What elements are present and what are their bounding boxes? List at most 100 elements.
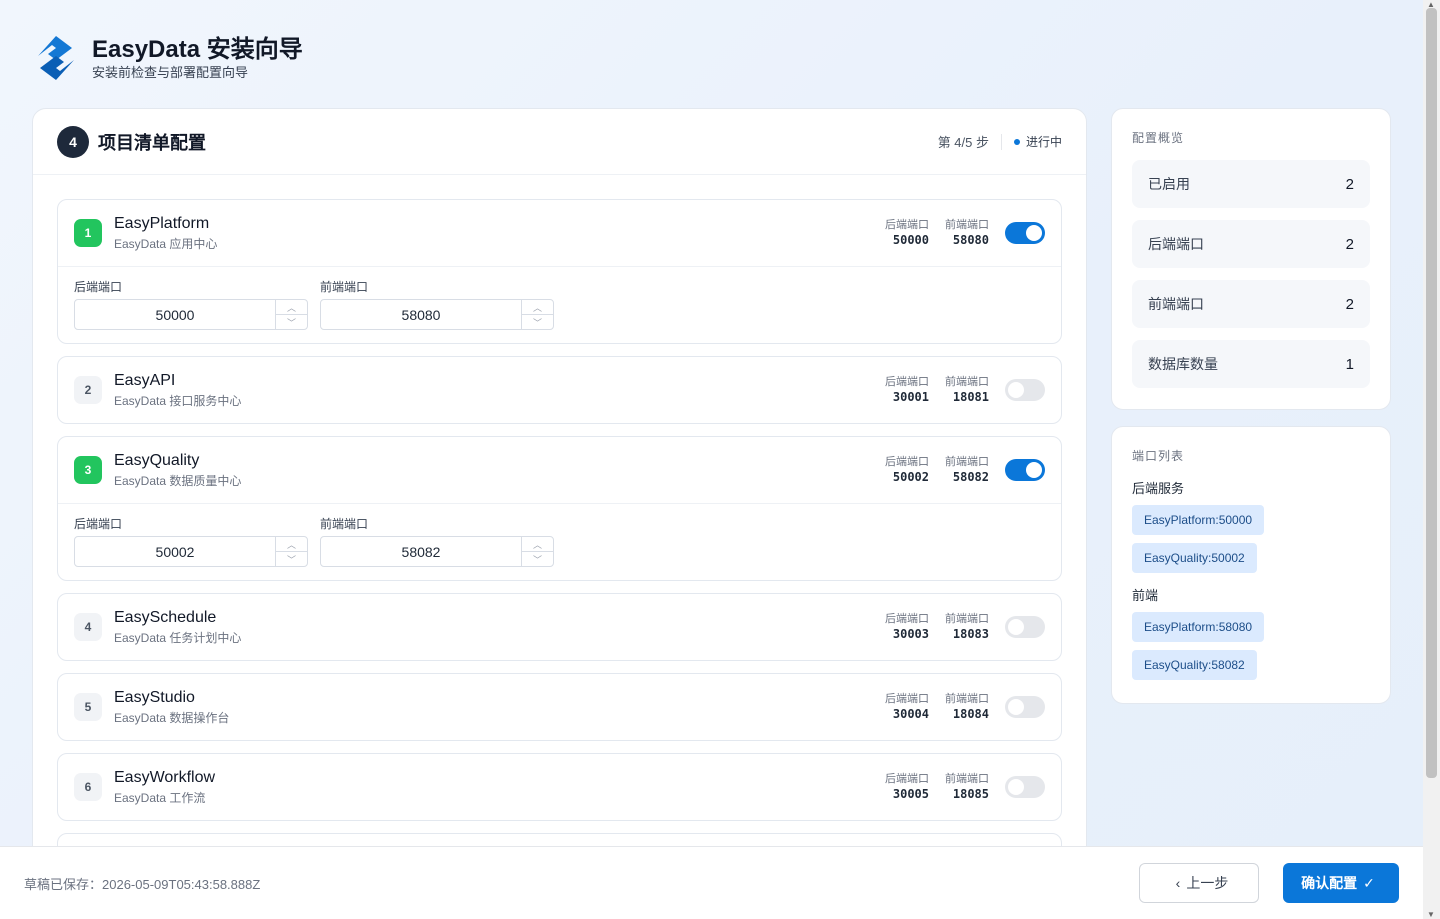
enable-toggle[interactable] bbox=[1005, 776, 1045, 798]
project-config-card: 4 项目清单配置 第 4/5 步 进行中 1 EasyPlatform Easy… bbox=[32, 108, 1087, 868]
chevron-left-icon: ‹ bbox=[1175, 875, 1181, 891]
app-header: EasyData 安装向导 安装前检查与部署配置向导 bbox=[32, 34, 303, 82]
backend-port-stepper[interactable]: 50000 ︿ ﹀ bbox=[74, 299, 308, 330]
project-name: EasySchedule bbox=[114, 609, 217, 626]
project-number: 1 bbox=[74, 219, 102, 247]
enable-toggle[interactable] bbox=[1005, 459, 1045, 481]
project-item-easyschedule: 4 EasySchedule EasyData 任务计划中心 后端端口 30003… bbox=[57, 593, 1062, 661]
toggle-knob bbox=[1008, 382, 1024, 398]
backend-port-input[interactable]: 50000 bbox=[75, 300, 275, 329]
check-icon: ✓ bbox=[1363, 874, 1375, 891]
page-scrollbar[interactable]: ▲ ▼ bbox=[1423, 0, 1440, 919]
easydata-logo-icon bbox=[38, 36, 74, 80]
frontend-port-input[interactable]: 58082 bbox=[321, 537, 521, 566]
project-item-easyapi: 2 EasyAPI EasyData 接口服务中心 后端端口 30001 前端端口… bbox=[57, 356, 1062, 424]
project-desc: EasyData 数据质量中心 bbox=[114, 474, 242, 488]
backend-port-value: 30005 bbox=[892, 787, 929, 801]
stat-label: 已启用 bbox=[1148, 176, 1190, 192]
stat-value: 2 bbox=[1345, 175, 1354, 193]
increment-chevron-up-icon[interactable]: ︿ bbox=[522, 300, 553, 314]
project-name: EasyStudio bbox=[114, 689, 195, 706]
frontend-port-stepper[interactable]: 58082 ︿ ﹀ bbox=[320, 536, 554, 567]
frontend-port-label: 前端端口 bbox=[945, 773, 989, 785]
stat-value: 1 bbox=[1345, 355, 1354, 373]
increment-chevron-up-icon[interactable]: ︿ bbox=[276, 537, 307, 551]
app-title: EasyData 安装向导 bbox=[92, 36, 303, 63]
project-item-easyquality: 3 EasyQuality EasyData 数据质量中心 后端端口 50002 … bbox=[57, 436, 1062, 581]
scrollbar-thumb[interactable] bbox=[1426, 8, 1437, 778]
project-item-easyworkflow: 6 EasyWorkflow EasyData 工作流 后端端口 30005 前端… bbox=[57, 753, 1062, 821]
project-desc: EasyData 工作流 bbox=[114, 791, 206, 805]
frontend-port-value: 18083 bbox=[952, 627, 989, 641]
backend-group-label: 后端服务 bbox=[1132, 481, 1185, 496]
backend-port-label: 后端端口 bbox=[885, 613, 929, 625]
backend-port-value: 30001 bbox=[892, 390, 929, 404]
confirm-config-button[interactable]: 确认配置 ✓ bbox=[1283, 863, 1399, 903]
backend-port-value: 30003 bbox=[892, 627, 929, 641]
decrement-chevron-down-icon[interactable]: ﹀ bbox=[522, 551, 553, 566]
step-progress: 第 4/5 步 bbox=[937, 135, 989, 150]
overview-title: 配置概览 bbox=[1132, 131, 1185, 145]
project-name: EasyAPI bbox=[114, 372, 176, 389]
stat-value: 2 bbox=[1345, 295, 1354, 313]
project-number: 2 bbox=[74, 376, 102, 404]
backend-port-field-label: 后端端口 bbox=[74, 517, 123, 531]
frontend-port-value: 18081 bbox=[952, 390, 989, 404]
backend-port-value: 50002 bbox=[892, 470, 929, 484]
enable-toggle[interactable] bbox=[1005, 696, 1045, 718]
enable-toggle[interactable] bbox=[1005, 616, 1045, 638]
frontend-port-value: 58080 bbox=[952, 233, 989, 247]
project-desc: EasyData 任务计划中心 bbox=[114, 631, 242, 645]
divider bbox=[1000, 133, 1002, 150]
port-list-title: 端口列表 bbox=[1132, 449, 1185, 463]
frontend-port-input[interactable]: 58080 bbox=[321, 300, 521, 329]
stat-frontend-ports: 前端端口 2 bbox=[1132, 280, 1370, 328]
project-name: EasyWorkflow bbox=[114, 769, 216, 786]
enable-toggle[interactable] bbox=[1005, 379, 1045, 401]
port-tag: EasyQuality:50002 bbox=[1132, 543, 1257, 573]
app-subtitle: 安装前检查与部署配置向导 bbox=[92, 65, 249, 80]
draft-saved-status: 草稿已保存：2026-05-09T05:43:58.888Z bbox=[24, 876, 261, 892]
decrement-chevron-down-icon[interactable]: ﹀ bbox=[276, 314, 307, 329]
backend-port-label: 后端端口 bbox=[885, 456, 929, 468]
backend-port-label: 后端端口 bbox=[885, 376, 929, 388]
scroll-down-icon[interactable]: ▼ bbox=[1427, 910, 1435, 919]
project-number: 3 bbox=[74, 456, 102, 484]
prev-step-button[interactable]: ‹ 上一步 bbox=[1139, 863, 1259, 903]
frontend-port-field-label: 前端端口 bbox=[320, 280, 369, 294]
project-item-easystudio: 5 EasyStudio EasyData 数据操作台 后端端口 30004 前端… bbox=[57, 673, 1062, 741]
frontend-group-label: 前端 bbox=[1132, 588, 1159, 603]
toggle-knob bbox=[1026, 462, 1042, 478]
decrement-chevron-down-icon[interactable]: ﹀ bbox=[522, 314, 553, 329]
project-desc: EasyData 数据操作台 bbox=[114, 711, 230, 725]
frontend-port-field-label: 前端端口 bbox=[320, 517, 369, 531]
status-dot-icon bbox=[1013, 138, 1020, 145]
increment-chevron-up-icon[interactable]: ︿ bbox=[522, 537, 553, 551]
frontend-port-label: 前端端口 bbox=[945, 693, 989, 705]
project-desc: EasyData 接口服务中心 bbox=[114, 394, 242, 408]
backend-port-field-label: 后端端口 bbox=[74, 280, 123, 294]
status-badge: 进行中 bbox=[1025, 135, 1062, 149]
project-item-easyplatform: 1 EasyPlatform EasyData 应用中心 后端端口 50000 前… bbox=[57, 199, 1062, 344]
project-number: 4 bbox=[74, 613, 102, 641]
project-number: 5 bbox=[74, 693, 102, 721]
stat-label: 前端端口 bbox=[1148, 296, 1204, 312]
decrement-chevron-down-icon[interactable]: ﹀ bbox=[276, 551, 307, 566]
frontend-port-label: 前端端口 bbox=[945, 376, 989, 388]
stat-backend-ports: 后端端口 2 bbox=[1132, 220, 1370, 268]
increment-chevron-up-icon[interactable]: ︿ bbox=[276, 300, 307, 314]
frontend-port-stepper[interactable]: 58080 ︿ ﹀ bbox=[320, 299, 554, 330]
frontend-port-value: 18085 bbox=[952, 787, 989, 801]
step-number-badge: 4 bbox=[57, 125, 89, 158]
backend-port-label: 后端端口 bbox=[885, 219, 929, 231]
confirm-label: 确认配置 bbox=[1301, 875, 1358, 891]
frontend-port-label: 前端端口 bbox=[945, 456, 989, 468]
enable-toggle[interactable] bbox=[1005, 222, 1045, 244]
project-name: EasyQuality bbox=[114, 452, 200, 469]
toggle-knob bbox=[1008, 699, 1024, 715]
config-overview-panel: 配置概览 已启用 2 后端端口 2 前端端口 2 数据库数量 1 bbox=[1111, 108, 1391, 410]
stat-label: 数据库数量 bbox=[1148, 356, 1218, 372]
toggle-knob bbox=[1008, 779, 1024, 795]
backend-port-input[interactable]: 50002 bbox=[75, 537, 275, 566]
backend-port-stepper[interactable]: 50002 ︿ ﹀ bbox=[74, 536, 308, 567]
